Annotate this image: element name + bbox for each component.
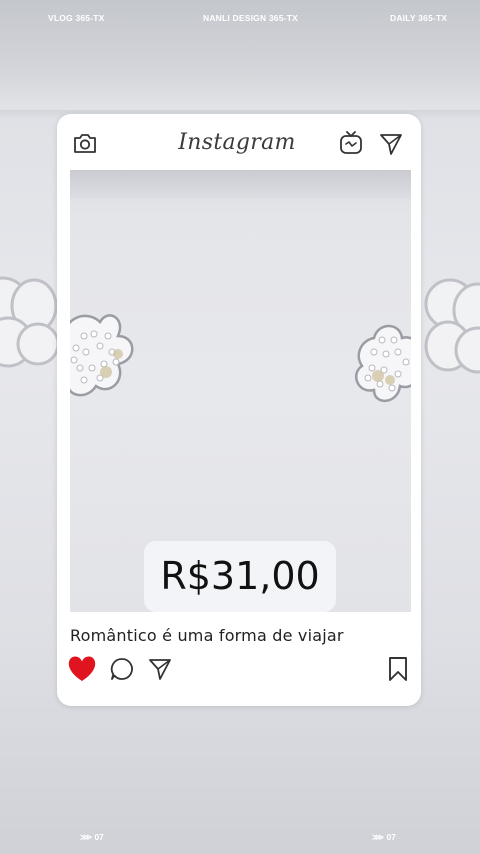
bottom-label-right: ⋙ 07 [372, 832, 396, 842]
camera-icon[interactable] [73, 132, 97, 154]
top-label-bar: VLOG 365-TX NANLI DESIGN 365-TX DAILY 36… [0, 13, 480, 27]
top-label-right: DAILY 365-TX [390, 13, 448, 23]
background-earring-right [424, 278, 480, 374]
post-photo[interactable]: R$31,00 [70, 170, 411, 612]
comment-icon[interactable] [110, 657, 134, 681]
bottom-label-left: ⋙ 07 [80, 832, 104, 842]
instagram-logo: Instagram [178, 130, 296, 155]
earring-right-image [355, 324, 411, 402]
photo-top-shadow [70, 170, 411, 198]
top-label-center: NANLI DESIGN 365-TX [203, 13, 298, 23]
earring-left-image [70, 314, 134, 397]
background-earring-left [0, 276, 60, 368]
bookmark-icon[interactable] [388, 656, 408, 682]
price-tag: R$31,00 [144, 541, 336, 612]
share-send-icon[interactable] [148, 658, 172, 680]
instagram-post-card: Instagram R$31,00 Romântico é uma forma … [57, 114, 421, 706]
send-icon[interactable] [379, 133, 403, 155]
igtv-icon[interactable] [339, 131, 363, 155]
top-label-left: VLOG 365-TX [48, 13, 105, 23]
price-text: R$31,00 [160, 554, 320, 598]
post-caption: Romântico é uma forma de viajar [70, 626, 344, 645]
post-header: Instagram [57, 114, 421, 170]
heart-icon[interactable] [67, 655, 97, 683]
